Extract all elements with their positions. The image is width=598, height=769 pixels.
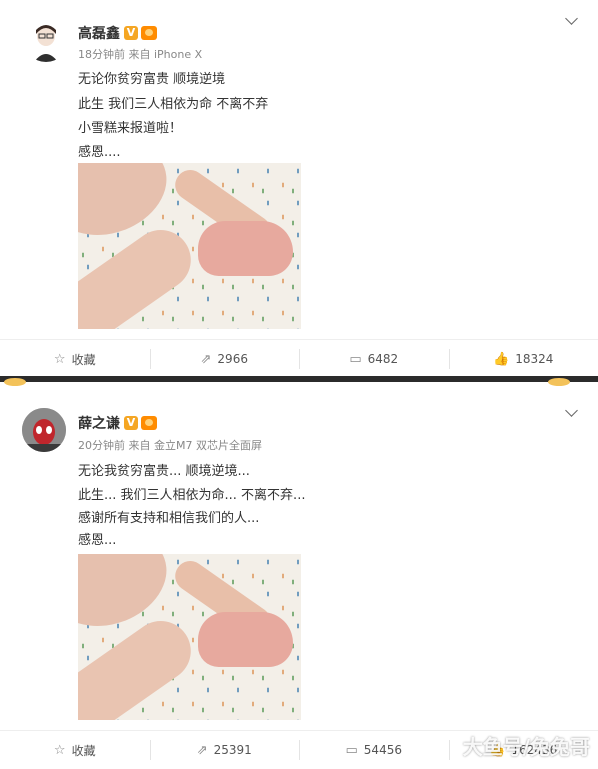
avatar[interactable]	[24, 18, 68, 62]
comment-icon: ▭	[349, 352, 361, 367]
favorite-label: 收藏	[72, 742, 96, 759]
like-count: 18324	[515, 352, 553, 366]
comment-icon: ▭	[346, 743, 358, 758]
post-text-line: 感恩...	[78, 529, 116, 548]
favorite-button[interactable]: ☆ 收藏	[0, 731, 150, 769]
weibo-post-2: 薛之谦 V 20分钟前 来自 金立M7 双芯片全面屏 无论我贫穷富贵... 顺境…	[0, 388, 598, 768]
post-photo[interactable]	[78, 554, 301, 720]
post-text-line: 感恩....	[78, 141, 121, 160]
post-text-line: 感谢所有支持和相信我们的人...	[78, 507, 259, 526]
post-photo[interactable]	[78, 163, 301, 329]
username[interactable]: 高磊鑫	[78, 23, 120, 43]
action-bar: ☆ 收藏 ⇗ 2966 ▭ 6482 👍 18324	[0, 339, 598, 378]
verified-badge: V	[124, 26, 138, 40]
share-icon: ⇗	[201, 352, 212, 367]
chevron-down-icon[interactable]	[565, 12, 578, 25]
favorite-label: 收藏	[72, 351, 96, 368]
share-icon: ⇗	[197, 743, 208, 758]
repost-count: 25391	[214, 743, 252, 757]
comment-button[interactable]: ▭ 6482	[299, 340, 449, 378]
post-text-line: 小雪糕来报道啦！	[78, 117, 182, 136]
repost-button[interactable]: ⇗ 2966	[150, 340, 300, 378]
post-meta: 18分钟前 来自 iPhone X	[78, 46, 202, 62]
like-button[interactable]: 👍 18324	[449, 340, 598, 378]
star-icon: ☆	[54, 743, 66, 758]
post-text-line: 此生... 我们三人相依为命... 不离不弃...	[78, 484, 305, 503]
username[interactable]: 薛之谦	[78, 413, 120, 433]
weibo-post-1: 高磊鑫 V 18分钟前 来自 iPhone X 无论你贫穷富贵 顺境逆境 此生 …	[0, 0, 598, 376]
post-text-line: 无论我贫穷富贵... 顺境逆境...	[78, 460, 250, 479]
favorite-button[interactable]: ☆ 收藏	[0, 340, 150, 378]
thumbs-up-icon: 👍	[493, 352, 509, 367]
post-text-line: 无论你贫穷富贵 顺境逆境	[78, 68, 225, 87]
separator	[0, 376, 598, 388]
repost-button[interactable]: ⇗ 25391	[150, 731, 300, 769]
vip-icon	[141, 26, 157, 40]
comment-button[interactable]: ▭ 54456	[299, 731, 449, 769]
comment-count: 6482	[368, 352, 399, 366]
star-icon: ☆	[54, 352, 66, 367]
chevron-down-icon[interactable]	[565, 404, 578, 417]
vip-icon	[141, 416, 157, 430]
post-text-line: 此生 我们三人相依为命 不离不弃	[78, 93, 268, 112]
verified-badge: V	[124, 416, 138, 430]
avatar[interactable]	[22, 408, 66, 452]
post-meta: 20分钟前 来自 金立M7 双芯片全面屏	[78, 437, 262, 453]
repost-count: 2966	[217, 352, 248, 366]
watermark: 大鱼号/兔兔哥	[463, 731, 590, 760]
comment-count: 54456	[364, 743, 402, 757]
